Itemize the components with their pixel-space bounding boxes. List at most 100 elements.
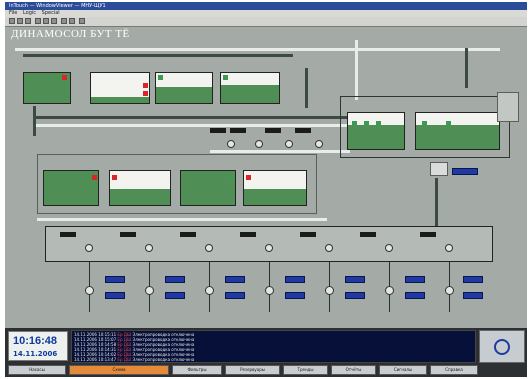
copy-icon[interactable]: [43, 18, 49, 24]
reservoir-2[interactable]: [415, 112, 500, 150]
pump-icon[interactable]: [265, 244, 273, 252]
riser-pipe-2: [465, 48, 468, 88]
flow-display: [405, 292, 425, 299]
valve-indicator: [364, 121, 369, 126]
control-panel: [479, 330, 525, 363]
valve-icon[interactable]: [205, 286, 214, 295]
valve-indicator: [376, 121, 381, 126]
level-display: [452, 168, 478, 175]
window-titlebar: InTouch — WindowViewer — МНУ-ЩУ1: [5, 2, 527, 10]
pump-pipe: [210, 150, 350, 153]
valve-indicator: [422, 121, 427, 126]
valve-indicator: [352, 121, 357, 126]
tank-7[interactable]: [180, 170, 236, 206]
valve-icon[interactable]: [85, 286, 94, 295]
save-icon[interactable]: [17, 18, 23, 24]
refresh-icon[interactable]: [69, 18, 75, 24]
pump-indicator: [360, 232, 376, 237]
valve-icon[interactable]: [325, 286, 334, 295]
pump-icon[interactable]: [145, 244, 153, 252]
drop-pipe: [33, 106, 36, 136]
valve-indicator: [229, 175, 234, 180]
menu-special[interactable]: Special: [42, 10, 60, 16]
flow-display: [105, 276, 125, 283]
zoom-icon[interactable]: [61, 18, 67, 24]
pump-icon[interactable]: [227, 140, 235, 148]
feed-pipe: [23, 54, 293, 57]
clock-date: 14.11.2006: [13, 350, 58, 358]
tank-2[interactable]: [90, 72, 150, 104]
flow-display: [405, 276, 425, 283]
nav-button-filters[interactable]: Фильтры: [172, 365, 222, 375]
tank-4[interactable]: [220, 72, 280, 104]
nav-button-help[interactable]: Справка: [430, 365, 478, 375]
clock-time: 10:16:48: [13, 335, 58, 347]
valve-icon[interactable]: [145, 286, 154, 295]
tank-8[interactable]: [243, 170, 307, 206]
flow-display: [225, 292, 245, 299]
pump-icon[interactable]: [385, 244, 393, 252]
pump-icon[interactable]: [255, 140, 263, 148]
tank-1[interactable]: [23, 72, 71, 104]
riser-pipe: [355, 40, 358, 100]
flow-display: [345, 292, 365, 299]
pump-indicator: [230, 128, 246, 133]
flow-display: [225, 276, 245, 283]
open-icon[interactable]: [9, 18, 15, 24]
valve-indicator: [223, 75, 228, 80]
valve-icon[interactable]: [445, 286, 454, 295]
pump-indicator: [210, 128, 226, 133]
flow-display: [285, 276, 305, 283]
pump-icon[interactable]: [445, 244, 453, 252]
menu-file[interactable]: File: [9, 10, 17, 16]
pump-icon[interactable]: [85, 244, 93, 252]
valve-box[interactable]: [430, 162, 448, 176]
help-icon[interactable]: [79, 18, 85, 24]
print-icon[interactable]: [25, 18, 31, 24]
valve-indicator: [92, 175, 97, 180]
main-pipe: [15, 48, 500, 51]
valve-icon[interactable]: [265, 286, 274, 295]
header-pipe: [37, 218, 327, 221]
tank-5[interactable]: [43, 170, 99, 206]
pump-indicator: [300, 232, 316, 237]
valve-indicator: [143, 83, 148, 88]
nav-button-trends[interactable]: Тренды: [283, 365, 328, 375]
valve-indicator: [143, 91, 148, 96]
menu-logic[interactable]: Logic: [23, 10, 36, 16]
pump-indicator: [265, 128, 281, 133]
pump-icon[interactable]: [325, 244, 333, 252]
return-pipe: [435, 178, 438, 228]
paste-icon[interactable]: [51, 18, 57, 24]
status-bar: 10:16:48 14.11.2006 14.11.2006 10:15:11 …: [5, 328, 527, 377]
toolbar: [5, 17, 527, 27]
tank-6[interactable]: [109, 170, 171, 206]
valve-indicator: [246, 175, 251, 180]
valve-indicator: [62, 75, 67, 80]
pump-indicator: [420, 232, 436, 237]
collector-pipe-2: [33, 124, 348, 127]
pump-icon[interactable]: [285, 140, 293, 148]
flow-display: [165, 292, 185, 299]
flow-display: [463, 276, 483, 283]
pump-indicator: [240, 232, 256, 237]
alarm-log[interactable]: 14.11.2006 10:15:11 Ер ДШ Электропроводк…: [71, 330, 476, 363]
valve-indicator: [158, 75, 163, 80]
nav-button-reports[interactable]: Отчёты: [331, 365, 376, 375]
acknowledge-icon[interactable]: [494, 339, 510, 355]
scada-window: InTouch — WindowViewer — МНУ-ЩУ1 File Lo…: [5, 2, 527, 377]
tank-3[interactable]: [155, 72, 213, 104]
nav-button-pumps[interactable]: Насосы: [8, 365, 66, 375]
alarm-row: 14.11.2006 10:13:47 Ер ДШ Электропроводк…: [74, 357, 195, 362]
valve-icon[interactable]: [385, 286, 394, 295]
flow-display: [165, 276, 185, 283]
nav-button-signals[interactable]: Сигналы: [379, 365, 427, 375]
reservoir-1[interactable]: [347, 112, 405, 150]
drop-pipe: [305, 68, 308, 108]
pump-icon[interactable]: [315, 140, 323, 148]
nav-button-scheme[interactable]: Схема: [69, 365, 169, 375]
nav-button-reservoirs[interactable]: Резервуары: [225, 365, 280, 375]
menu-bar: File Logic Special: [5, 10, 527, 17]
pump-icon[interactable]: [205, 244, 213, 252]
cut-icon[interactable]: [35, 18, 41, 24]
